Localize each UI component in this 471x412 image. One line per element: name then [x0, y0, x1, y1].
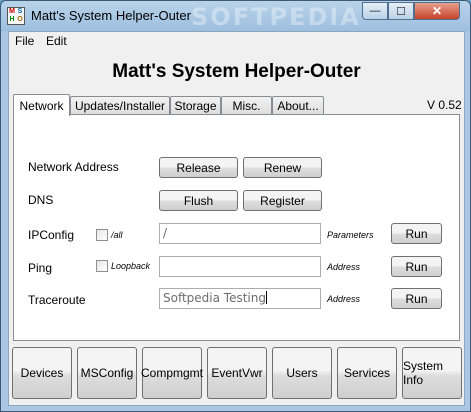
text-caret	[265, 291, 267, 304]
ping-address-label: Address	[327, 262, 361, 272]
tab-updates-installer[interactable]: Updates/Installer	[70, 96, 170, 115]
tab-about[interactable]: About...	[272, 96, 324, 115]
ipconfig-all-checkbox[interactable]	[96, 229, 108, 241]
traceroute-input-value: Softpedia Testing	[163, 291, 266, 305]
tab-storage[interactable]: Storage	[170, 96, 221, 115]
shortcut-bar: Devices MSConfig Compmgmt EventVwr Users…	[12, 347, 463, 403]
tab-storage-label: Storage	[174, 99, 217, 113]
ipconfig-parameters-input[interactable]: /	[159, 223, 321, 244]
register-button[interactable]: Register	[243, 190, 322, 211]
network-panel: Network Address Release Renew DNS Flush …	[13, 114, 460, 341]
tab-updates-label: Updates/Installer	[74, 99, 166, 113]
renew-button[interactable]: Renew	[243, 157, 322, 178]
ipconfig-input-value: /	[163, 226, 168, 240]
tab-misc-label: Misc.	[232, 99, 261, 113]
close-icon: ✕	[431, 4, 443, 18]
minimize-icon: —	[369, 5, 381, 17]
icon-letter-o: O	[17, 16, 23, 23]
close-button[interactable]: ✕	[414, 2, 460, 20]
ipconfig-label: IPConfig	[28, 228, 75, 242]
maximize-icon: ☐	[396, 5, 406, 18]
ping-run-button[interactable]: Run	[391, 256, 442, 277]
system-info-button[interactable]: System Info	[402, 347, 462, 399]
icon-letter-s: S	[17, 8, 23, 15]
version-label: V 0.52	[427, 98, 462, 112]
devices-button[interactable]: Devices	[12, 347, 72, 399]
app-icon[interactable]: M S H O	[7, 7, 25, 25]
ping-loopback-label: Loopback	[111, 261, 151, 271]
tab-network[interactable]: Network	[13, 94, 70, 116]
tab-about-label: About...	[277, 99, 319, 113]
maximize-button[interactable]: ☐	[388, 2, 414, 20]
dns-label: DNS	[28, 193, 54, 207]
icon-letter-m: M	[9, 8, 15, 15]
eventvwr-button[interactable]: EventVwr	[207, 347, 267, 399]
menu-file[interactable]: File	[15, 34, 34, 48]
window-title: Matt's System Helper-Outer	[31, 8, 191, 23]
tab-misc[interactable]: Misc.	[221, 96, 272, 115]
release-button[interactable]: Release	[159, 157, 238, 178]
menu-edit[interactable]: Edit	[46, 34, 67, 48]
ipconfig-parameters-label: Parameters	[327, 230, 374, 240]
compmgmt-button[interactable]: Compmgmt	[141, 347, 203, 399]
traceroute-address-label: Address	[327, 294, 361, 304]
ping-address-input[interactable]	[159, 256, 321, 277]
client-area: File Edit Matt's System Helper-Outer Net…	[8, 31, 465, 406]
traceroute-label: Traceroute	[28, 293, 86, 307]
page-title: Matt's System Helper-Outer	[112, 61, 361, 82]
ping-loopback-checkbox[interactable]	[96, 260, 108, 272]
flush-button[interactable]: Flush	[159, 190, 238, 211]
icon-letter-h: H	[9, 16, 15, 23]
watermark: SOFTPEDIA	[191, 3, 361, 31]
traceroute-address-input[interactable]: Softpedia Testing	[159, 288, 321, 309]
minimize-button[interactable]: —	[362, 2, 388, 20]
services-button[interactable]: Services	[337, 347, 397, 399]
title-bar[interactable]: M S H O Matt's System Helper-Outer SOFTP…	[1, 1, 470, 31]
app-window: M S H O Matt's System Helper-Outer SOFTP…	[0, 0, 471, 412]
ipconfig-all-label: /all	[111, 230, 123, 240]
traceroute-run-button[interactable]: Run	[391, 288, 442, 309]
tab-network-label: Network	[19, 98, 64, 113]
users-button[interactable]: Users	[272, 347, 332, 399]
menu-bar: File Edit	[9, 32, 464, 50]
ipconfig-run-button[interactable]: Run	[391, 223, 442, 244]
network-address-label: Network Address	[28, 160, 119, 174]
ping-label: Ping	[28, 261, 53, 275]
msconfig-button[interactable]: MSConfig	[77, 347, 137, 399]
